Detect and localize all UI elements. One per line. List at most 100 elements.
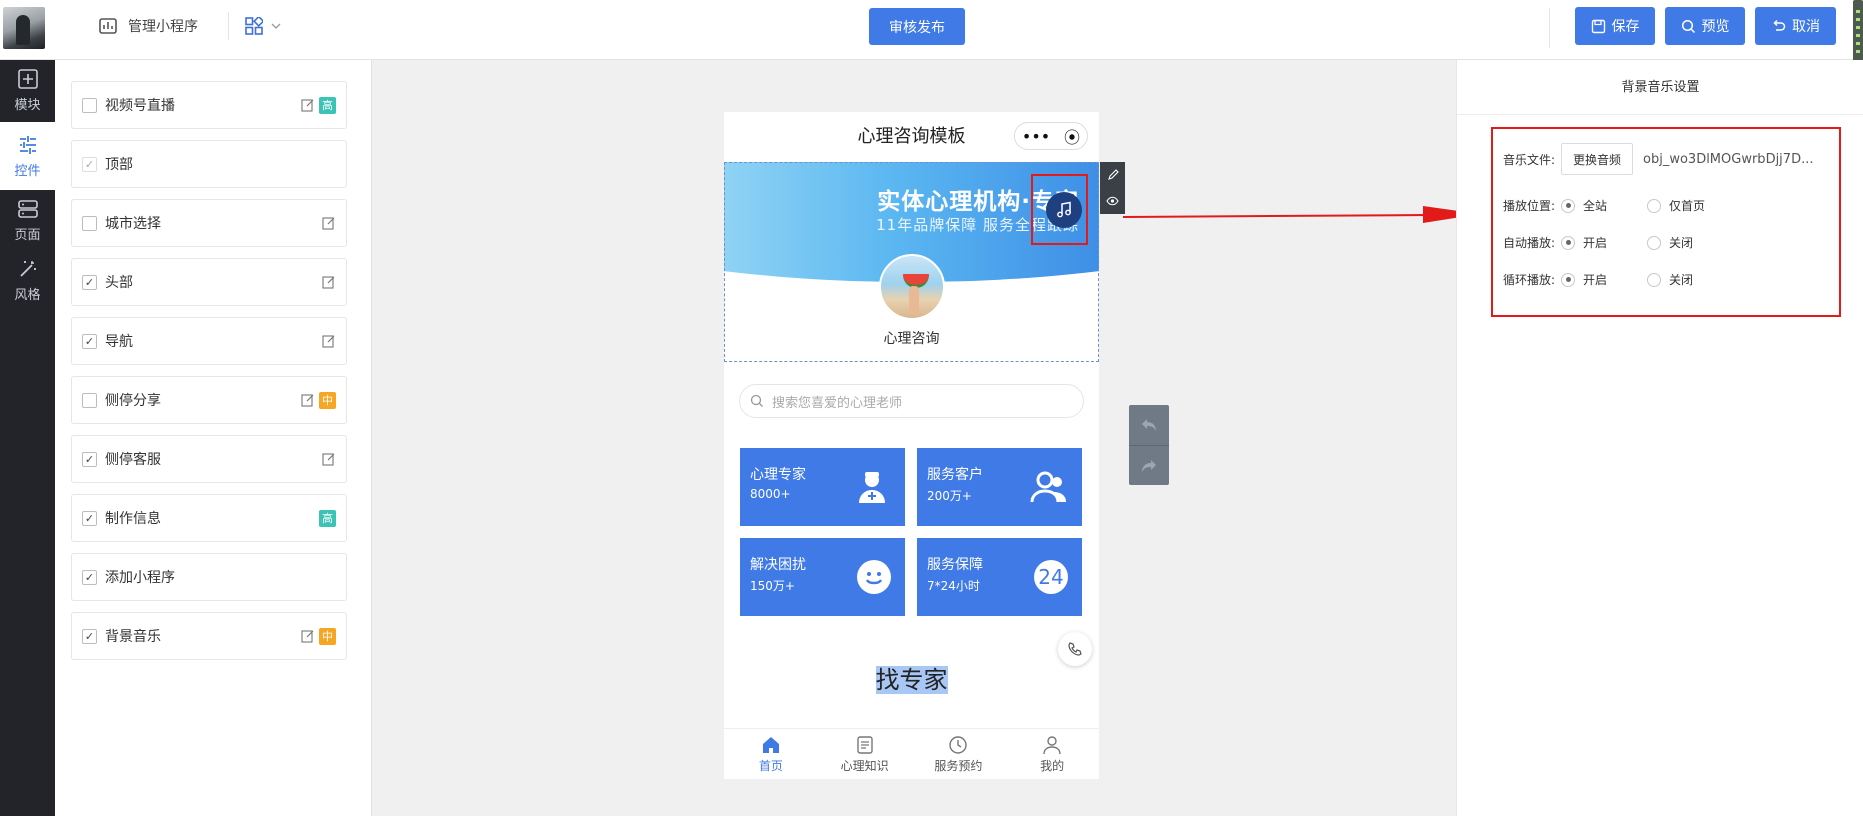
divider bbox=[228, 12, 229, 40]
radio-label: 开启 bbox=[1583, 236, 1608, 250]
radio-all-site[interactable]: 全站 bbox=[1561, 197, 1607, 214]
component-label: 制作信息 bbox=[105, 511, 161, 527]
stat-card-guarantee[interactable]: 服务保障 7*24小时 24 bbox=[917, 538, 1082, 616]
component-item-top[interactable]: ✓ 顶部 bbox=[71, 140, 347, 188]
stat-card-resolved[interactable]: 解决困扰 150万+ bbox=[740, 538, 905, 616]
save-label: 保存 bbox=[1611, 19, 1640, 35]
search-icon bbox=[1681, 19, 1695, 33]
component-label: 背景音乐 bbox=[105, 629, 161, 645]
radio-autoplay-off[interactable]: 关闭 bbox=[1647, 234, 1693, 251]
publish-button[interactable]: 审核发布 bbox=[869, 8, 965, 45]
edit-icon[interactable] bbox=[322, 334, 336, 348]
history-controls bbox=[1129, 405, 1169, 485]
edit-icon[interactable] bbox=[301, 98, 315, 112]
component-label: 侧停分享 bbox=[105, 393, 161, 409]
close-icon[interactable]: ⦿ bbox=[1064, 124, 1080, 148]
stat-card-clients[interactable]: 服务客户 200万+ bbox=[917, 448, 1082, 526]
checkbox[interactable]: ✓ bbox=[82, 333, 97, 349]
tab-home[interactable]: 首页 bbox=[724, 729, 818, 779]
stat-card-experts[interactable]: 心理专家 8000+ bbox=[740, 448, 905, 526]
edit-icon[interactable] bbox=[301, 629, 315, 643]
component-item-bg-music[interactable]: ✓ 背景音乐 中 bbox=[71, 612, 347, 660]
manage-miniprogram-link[interactable]: 管理小程序 bbox=[98, 14, 198, 38]
block-toolbar bbox=[1100, 162, 1125, 214]
checkbox[interactable]: ✓ bbox=[82, 628, 97, 644]
nav-item-style[interactable]: 风格 bbox=[0, 250, 55, 310]
preview-button[interactable]: 预览 bbox=[1665, 7, 1745, 45]
annotation-arrow bbox=[1122, 206, 1480, 223]
component-label: 城市选择 bbox=[105, 216, 161, 232]
component-item-add-miniprogram[interactable]: ✓ 添加小程序 bbox=[71, 553, 347, 601]
grid-icon bbox=[245, 17, 263, 35]
radio-home-only[interactable]: 仅首页 bbox=[1647, 197, 1705, 214]
edit-icon[interactable] bbox=[322, 275, 336, 289]
save-button[interactable]: 保存 bbox=[1575, 7, 1655, 45]
checkbox[interactable]: ✓ bbox=[82, 274, 97, 290]
pencil-icon[interactable] bbox=[1107, 169, 1119, 181]
undo-button[interactable] bbox=[1129, 405, 1169, 445]
radio-loop-off[interactable]: 关闭 bbox=[1647, 271, 1693, 288]
autoplay-label: 自动播放: bbox=[1503, 236, 1556, 250]
edit-icon[interactable] bbox=[322, 452, 336, 466]
audio-label: 音乐文件: bbox=[1503, 152, 1556, 167]
tab-knowledge[interactable]: 心理知识 bbox=[818, 729, 912, 779]
position-label: 播放位置: bbox=[1503, 199, 1556, 213]
audio-file-row: 音乐文件: 更换音频 obj_wo3DlMOGwrbDjj7D... bbox=[1503, 143, 1813, 175]
component-panel: 视频号直播 高 ✓ 顶部 城市选择 ✓ 头部 ✓ 导航 侧停分享 中 ✓ 侧停客… bbox=[55, 60, 371, 816]
tab-booking[interactable]: 服务预约 bbox=[912, 729, 1006, 779]
checkbox[interactable]: ✓ bbox=[82, 569, 97, 585]
undo-icon bbox=[1773, 19, 1786, 31]
checkbox: ✓ bbox=[82, 156, 97, 172]
top-bar: 管理小程序 审核发布 保存 预览 取消 bbox=[0, 0, 1863, 80]
undo-arrow-icon bbox=[1142, 419, 1156, 431]
home-icon bbox=[762, 736, 779, 753]
radio-label: 开启 bbox=[1583, 273, 1608, 287]
edit-icon[interactable] bbox=[301, 393, 315, 407]
app-title: 管理小程序 bbox=[128, 19, 198, 35]
music-icon-highlight bbox=[1031, 174, 1088, 245]
cancel-button[interactable]: 取消 bbox=[1755, 7, 1836, 45]
more-icon[interactable]: ••• bbox=[1022, 127, 1050, 146]
component-item-header[interactable]: ✓ 头部 bbox=[71, 258, 347, 306]
checkbox[interactable] bbox=[82, 392, 97, 408]
radio-autoplay-on[interactable]: 开启 bbox=[1561, 234, 1607, 251]
component-item-side-share[interactable]: 侧停分享 中 bbox=[71, 376, 347, 424]
cancel-label: 取消 bbox=[1792, 19, 1820, 35]
search-input[interactable]: 搜索您喜爱的心理老师 bbox=[739, 384, 1084, 418]
radio-loop-on[interactable]: 开启 bbox=[1561, 271, 1607, 288]
tab-mine[interactable]: 我的 bbox=[1005, 729, 1099, 779]
component-item-credits[interactable]: ✓ 制作信息 高 bbox=[71, 494, 347, 542]
checkbox[interactable] bbox=[82, 215, 97, 231]
user-icon bbox=[1043, 735, 1061, 754]
edit-icon[interactable] bbox=[322, 216, 336, 230]
change-audio-button[interactable]: 更换音频 bbox=[1561, 143, 1634, 175]
nav-item-modules[interactable]: 模块 bbox=[0, 60, 55, 120]
component-item-nav[interactable]: ✓ 导航 bbox=[71, 317, 347, 365]
eye-icon[interactable] bbox=[1106, 195, 1119, 207]
document-icon bbox=[856, 735, 873, 754]
component-item-video-live[interactable]: 视频号直播 高 bbox=[71, 81, 347, 129]
nav-item-controls[interactable]: 控件 bbox=[0, 122, 55, 190]
users-icon bbox=[1030, 468, 1068, 506]
tab-label: 心理知识 bbox=[840, 758, 889, 773]
tab-label: 首页 bbox=[758, 758, 783, 773]
smile-icon bbox=[857, 560, 891, 594]
component-label: 添加小程序 bbox=[105, 570, 175, 586]
component-label: 头部 bbox=[105, 275, 133, 291]
avatar[interactable] bbox=[3, 7, 45, 49]
component-item-city[interactable]: 城市选择 bbox=[71, 199, 347, 247]
capsule-menu[interactable]: ••• ⦿ bbox=[1014, 122, 1088, 150]
redo-button[interactable] bbox=[1129, 445, 1169, 485]
component-item-side-service[interactable]: ✓ 侧停客服 bbox=[71, 435, 347, 483]
tier-badge: 中 bbox=[319, 627, 336, 645]
nav-item-pages[interactable]: 页面 bbox=[0, 190, 55, 250]
apps-dropdown[interactable] bbox=[245, 14, 281, 38]
checkbox[interactable]: ✓ bbox=[82, 510, 97, 526]
checkbox[interactable]: ✓ bbox=[82, 451, 97, 467]
search-icon bbox=[750, 394, 763, 407]
checkbox[interactable] bbox=[82, 97, 97, 113]
nav-label: 模块 bbox=[14, 97, 41, 113]
radio-label: 关闭 bbox=[1669, 236, 1694, 250]
sliders-icon bbox=[19, 135, 36, 154]
component-label: 导航 bbox=[105, 334, 133, 350]
